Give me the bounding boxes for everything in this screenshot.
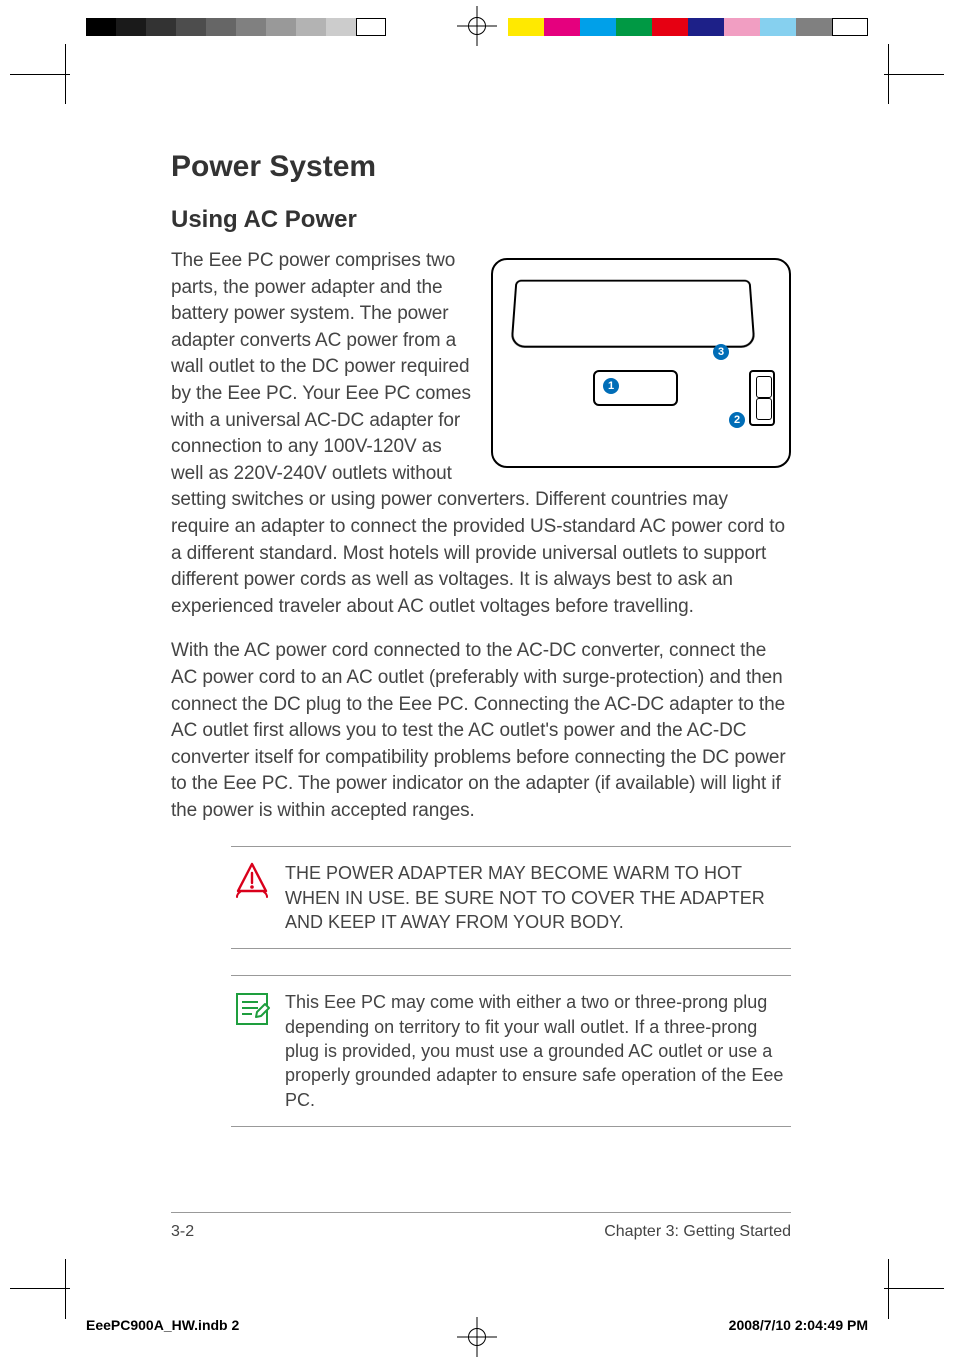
crop-mark bbox=[10, 44, 70, 104]
content-column: Power System Using AC Power 1 2 3 The Ee… bbox=[171, 150, 791, 1127]
page-root: { "heading": "Power System", "subheading… bbox=[0, 0, 954, 1363]
crop-mark bbox=[884, 44, 944, 104]
grayscale-bar bbox=[86, 18, 386, 36]
section-heading: Using AC Power bbox=[171, 206, 791, 234]
page-number: 3-2 bbox=[171, 1223, 194, 1241]
callout-1: 1 bbox=[603, 378, 619, 394]
warning-text: THE POWER ADAPTER MAY BECOME WARM TO HOT… bbox=[285, 861, 789, 934]
body-paragraph: With the AC power cord connected to the … bbox=[171, 638, 791, 824]
crop-mark bbox=[10, 1259, 70, 1319]
slug-file: EeePC900A_HW.indb 2 bbox=[86, 1317, 239, 1333]
info-note: This Eee PC may come with either a two o… bbox=[231, 975, 791, 1126]
warning-icon bbox=[233, 861, 271, 904]
note-icon bbox=[233, 990, 271, 1033]
page-title: Power System bbox=[171, 150, 791, 184]
crop-mark bbox=[884, 1259, 944, 1319]
print-slug: EeePC900A_HW.indb 2 2008/7/10 2:04:49 PM bbox=[86, 1317, 868, 1333]
adapter-diagram: 1 2 3 bbox=[491, 258, 791, 468]
warning-note: THE POWER ADAPTER MAY BECOME WARM TO HOT… bbox=[231, 846, 791, 949]
registration-mark-top bbox=[457, 6, 497, 46]
page-footer: 3-2 Chapter 3: Getting Started bbox=[171, 1212, 791, 1241]
chapter-label: Chapter 3: Getting Started bbox=[604, 1223, 791, 1241]
info-text: This Eee PC may come with either a two o… bbox=[285, 990, 789, 1111]
callout-3: 3 bbox=[713, 344, 729, 360]
color-bar bbox=[508, 18, 868, 36]
slug-timestamp: 2008/7/10 2:04:49 PM bbox=[729, 1317, 868, 1333]
callout-2: 2 bbox=[729, 412, 745, 428]
